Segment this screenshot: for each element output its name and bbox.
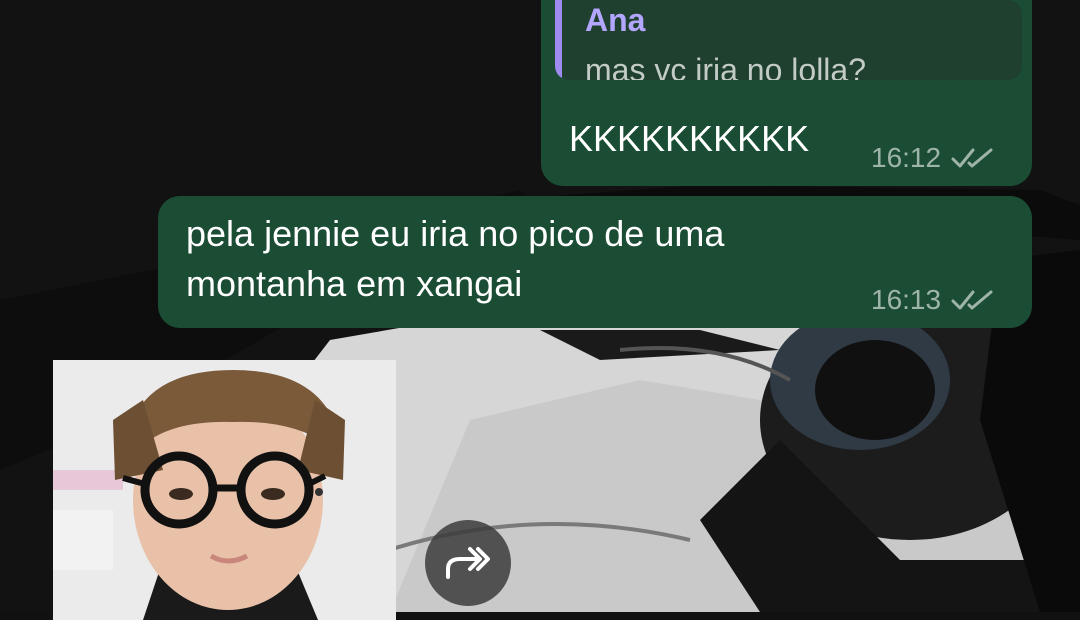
message-time: 16:13 bbox=[871, 284, 942, 315]
forward-icon bbox=[446, 547, 490, 579]
message-bubble-outgoing-2[interactable]: pela jennie eu iria no pico de uma monta… bbox=[158, 196, 1032, 328]
reply-quote[interactable]: Ana mas vc iria no lolla? bbox=[555, 0, 1022, 80]
forward-button[interactable] bbox=[425, 520, 511, 606]
message-bubble-outgoing-1[interactable]: Ana mas vc iria no lolla? KKKKKKKKKK 16:… bbox=[541, 0, 1032, 186]
reply-accent-bar bbox=[555, 0, 562, 80]
message-meta: 16:13 bbox=[871, 284, 995, 316]
photo-image bbox=[53, 360, 396, 620]
double-check-icon bbox=[951, 148, 993, 168]
message-time: 16:12 bbox=[871, 142, 942, 173]
message-text-line-1: pela jennie eu iria no pico de uma bbox=[186, 213, 725, 254]
reply-text: mas vc iria no lolla? bbox=[585, 52, 866, 80]
reply-author: Ana bbox=[585, 2, 646, 38]
message-meta: 16:12 bbox=[871, 142, 995, 174]
message-text-line-2: montanha em xangai bbox=[186, 263, 523, 304]
message-text: KKKKKKKKKK bbox=[569, 118, 810, 159]
double-check-icon bbox=[951, 290, 993, 310]
photo-message[interactable] bbox=[53, 360, 396, 620]
